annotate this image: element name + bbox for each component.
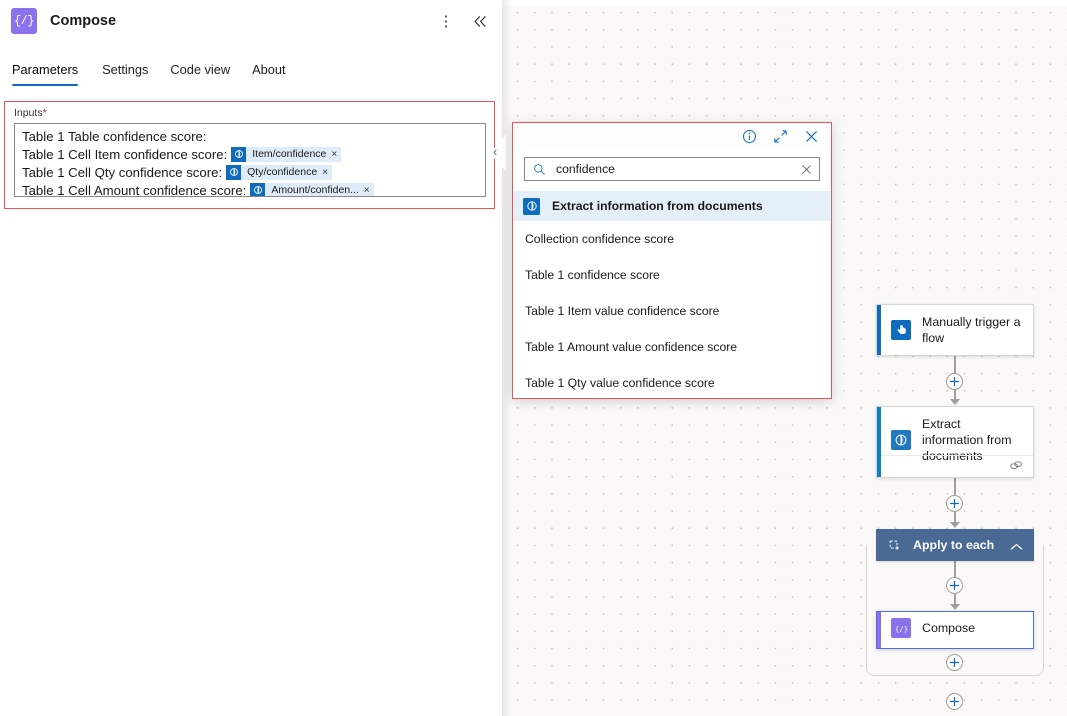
tab-code-view[interactable]: Code view (159, 55, 241, 83)
more-options-icon[interactable]: ⋮ (432, 7, 460, 35)
close-icon[interactable] (804, 129, 819, 144)
dynamic-content-picker[interactable]: Extract information from documents Colle… (512, 122, 832, 399)
page-title: Compose (50, 13, 116, 29)
flow-node-label: Compose (922, 620, 975, 636)
connector-extract-to-plus (954, 478, 956, 495)
inputs-line-text: Table 1 Cell Item confidence score: (22, 147, 227, 162)
arrowhead-extract (950, 399, 960, 405)
extract-documents-icon (231, 147, 246, 162)
add-step-button-1[interactable] (946, 373, 963, 390)
add-step-button-3[interactable] (946, 577, 963, 594)
extract-documents-icon (523, 198, 540, 215)
inputs-line: Table 1 Table confidence score: (22, 127, 479, 145)
panel-header: {/} Compose ⋮ (0, 0, 502, 42)
collapse-panel-icon[interactable] (466, 7, 494, 35)
remove-token-icon[interactable]: × (331, 149, 341, 160)
arrowhead-compose (950, 604, 960, 610)
connector-trigger-to-plus (954, 356, 956, 373)
inputs-label-text: Inputs (14, 107, 43, 119)
search-icon (533, 163, 546, 176)
flow-node-compose[interactable]: {/} Compose (876, 611, 1034, 649)
chevron-up-icon[interactable] (1010, 538, 1023, 556)
token-label: Amount/confiden... (265, 184, 364, 196)
svg-text:{/}: {/} (895, 624, 908, 633)
inputs-line-text: Table 1 Table confidence score: (22, 129, 207, 144)
inputs-line: Table 1 Cell Item confidence score: Item… (22, 145, 479, 163)
extract-documents-icon (250, 183, 265, 198)
flow-node-label: Manually trigger a flow (922, 314, 1023, 346)
arrowhead-loop (950, 522, 960, 528)
tab-parameters[interactable]: Parameters (12, 55, 91, 83)
flow-node-label: Apply to each (913, 538, 994, 552)
expand-icon[interactable] (773, 129, 788, 144)
panel-tabs[interactable]: Parameters Settings Code view About (0, 55, 502, 85)
connector-plus-to-compose (954, 594, 956, 604)
clear-search-icon[interactable] (793, 158, 819, 180)
picker-item[interactable]: Table 1 confidence score (514, 257, 830, 293)
token-label: Item/confidence (246, 148, 331, 160)
dynamic-token-amount-confidence[interactable]: Amount/confiden... × (250, 183, 373, 198)
tab-about[interactable]: About (241, 55, 296, 83)
token-label: Qty/confidence (241, 166, 322, 178)
extract-documents-icon (226, 165, 241, 180)
inputs-line-text: Table 1 Cell Amount confidence score: (22, 183, 246, 198)
inputs-highlight-region: Inputs* Table 1 Table confidence score: … (4, 101, 495, 209)
picker-item[interactable]: Collection confidence score (514, 221, 830, 257)
loop-icon (888, 539, 900, 551)
picker-item[interactable]: Table 1 Qty value confidence score (514, 365, 830, 397)
picker-item[interactable]: Table 1 Amount value confidence score (514, 329, 830, 365)
flow-node-manual-trigger[interactable]: Manually trigger a flow (876, 304, 1034, 356)
node-accent-bar (877, 305, 881, 355)
add-step-button-4[interactable] (946, 654, 963, 671)
action-details-panel: {/} Compose ⋮ Parameters Settings Code v… (0, 0, 502, 716)
picker-results-list[interactable]: Extract information from documents Colle… (514, 191, 830, 397)
required-asterisk: * (43, 107, 47, 119)
picker-search-box[interactable] (524, 157, 820, 181)
compose-code-icon: {/} (891, 618, 911, 638)
canvas-left-shade (502, 0, 512, 716)
dynamic-token-item-confidence[interactable]: Item/confidence × (231, 147, 341, 162)
inputs-line-text: Table 1 Cell Qty confidence score: (22, 165, 222, 180)
info-icon[interactable] (742, 129, 757, 144)
app-root: Manually trigger a flow Extract informat… (0, 0, 1067, 716)
flow-node-apply-to-each[interactable]: Apply to each (876, 529, 1034, 561)
remove-token-icon[interactable]: × (364, 185, 374, 196)
inputs-line: Table 1 Cell Amount confidence score: Am… (22, 181, 479, 197)
compose-code-icon: {/} (11, 8, 37, 34)
search-input[interactable] (546, 158, 793, 180)
node-accent-bar (877, 612, 881, 648)
panel-header-actions: ⋮ (432, 0, 494, 42)
add-step-button-5[interactable] (946, 693, 963, 710)
inputs-line: Table 1 Cell Qty confidence score: Qty/c… (22, 163, 479, 181)
picker-group-extract-information[interactable]: Extract information from documents (514, 191, 830, 221)
flow-canvas[interactable]: Manually trigger a flow Extract informat… (502, 0, 1067, 716)
manual-trigger-icon (891, 320, 911, 340)
flow-node-extract-information[interactable]: Extract information from documents (876, 406, 1034, 478)
connector-loop-to-plus (954, 561, 956, 577)
add-step-button-2[interactable] (946, 495, 963, 512)
dynamic-token-qty-confidence[interactable]: Qty/confidence × (226, 165, 332, 180)
picker-toolbar (513, 123, 831, 150)
node-footer (881, 455, 1034, 477)
inputs-field[interactable]: Table 1 Table confidence score: Table 1 … (14, 123, 486, 197)
inputs-field-label: Inputs* (14, 107, 47, 119)
picker-group-label: Extract information from documents (552, 199, 763, 213)
picker-item[interactable]: Table 1 Item value confidence score (514, 293, 830, 329)
tab-settings[interactable]: Settings (91, 55, 159, 83)
extract-documents-icon (891, 430, 911, 450)
link-icon[interactable] (1010, 458, 1023, 476)
remove-token-icon[interactable]: × (322, 167, 332, 178)
